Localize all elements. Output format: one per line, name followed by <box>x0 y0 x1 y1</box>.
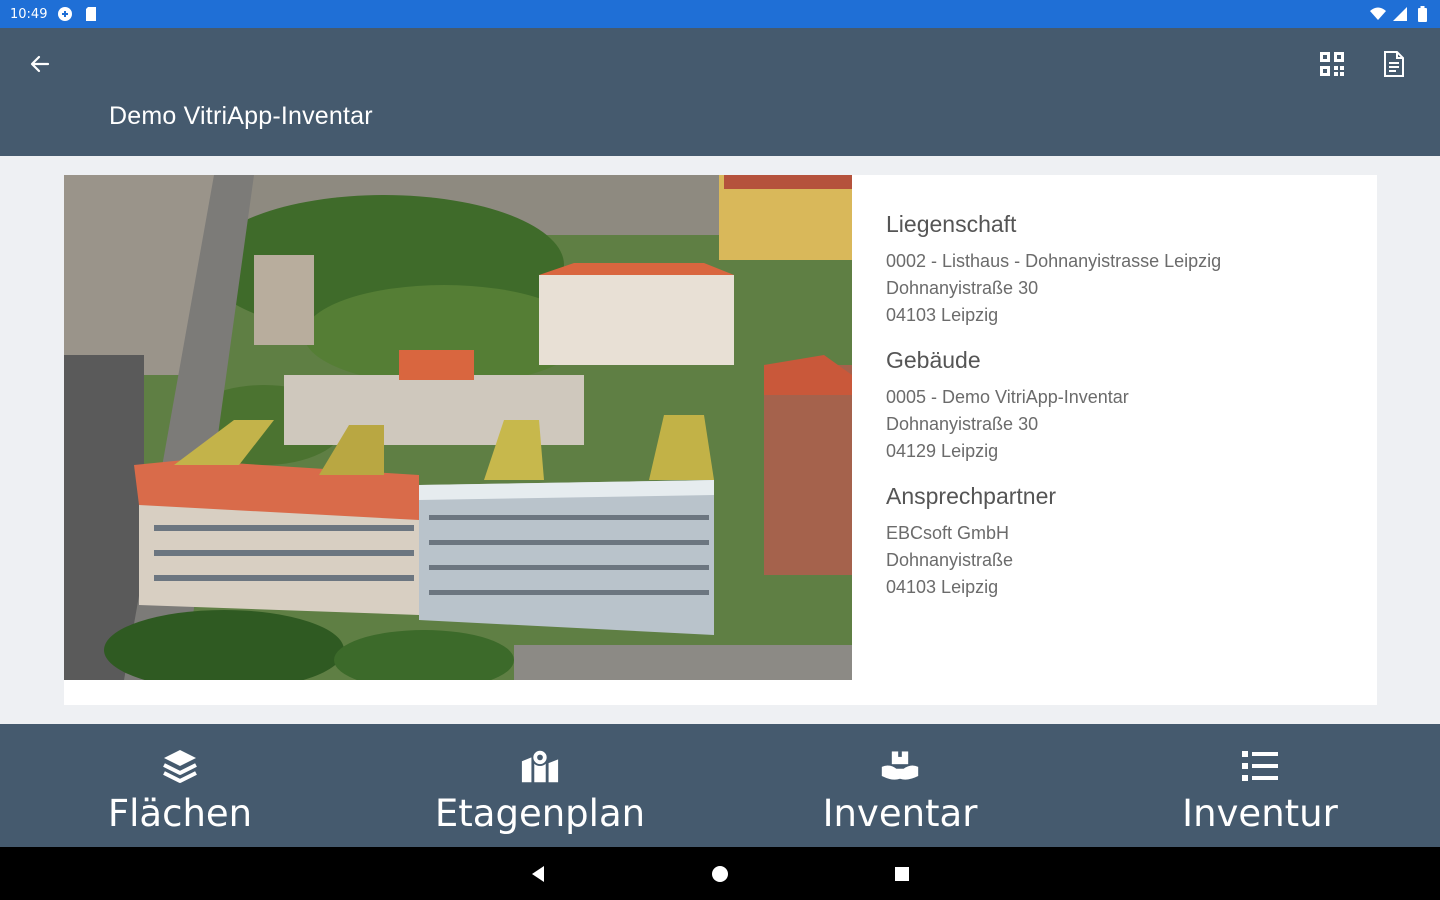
qr-code-button[interactable] <box>1312 46 1352 82</box>
list-icon <box>1240 746 1280 786</box>
nav-label: Inventur <box>1182 792 1338 835</box>
building-section: Gebäude 0005 - Demo VitriApp-Inventar Do… <box>886 347 1346 465</box>
status-time: 10:49 <box>10 6 48 22</box>
contact-heading: Ansprechpartner <box>886 483 1057 509</box>
square-recents-icon <box>895 867 909 881</box>
battery-icon <box>1414 6 1430 22</box>
nav-item-flaechen[interactable]: Flächen <box>0 724 360 847</box>
property-line: 0002 - Listhaus - Dohnanyistrasse Leipzi… <box>886 251 1222 271</box>
status-app-icon <box>57 6 73 22</box>
system-nav-bar <box>0 847 1440 900</box>
nav-item-etagenplan[interactable]: Etagenplan <box>360 724 720 847</box>
status-bar: 10:49 <box>0 0 1440 28</box>
building-line: 0005 - Demo VitriApp-Inventar <box>886 387 1129 407</box>
contact-line: EBCsoft GmbH <box>886 523 1010 543</box>
nav-label: Inventar <box>822 792 978 835</box>
details-panel: Liegenschaft 0002 - Listhaus - Dohnanyis… <box>886 211 1346 619</box>
bottom-nav: Flächen Etagenplan Inventar Inventur <box>0 724 1440 847</box>
document-button[interactable] <box>1374 46 1414 82</box>
signal-icon <box>1392 6 1408 22</box>
back-button[interactable] <box>20 46 60 82</box>
box-hands-icon <box>880 746 920 786</box>
building-card: Liegenschaft 0002 - Listhaus - Dohnanyis… <box>64 175 1377 705</box>
building-heading: Gebäude <box>886 347 981 373</box>
nav-label: Etagenplan <box>434 792 646 835</box>
qr-code-icon <box>1320 52 1344 76</box>
page-title: Demo VitriApp-Inventar <box>109 102 373 130</box>
document-icon <box>1384 51 1404 77</box>
property-line: Dohnanyistraße 30 <box>886 278 1039 298</box>
content-area: Liegenschaft 0002 - Listhaus - Dohnanyis… <box>0 156 1440 724</box>
arrow-left-icon <box>30 55 50 73</box>
system-recents-button[interactable] <box>889 861 915 887</box>
system-back-button[interactable] <box>525 861 551 887</box>
property-heading: Liegenschaft <box>886 211 1017 237</box>
contact-line: 04103 Leipzig <box>886 577 999 597</box>
nav-item-inventar[interactable]: Inventar <box>720 724 1080 847</box>
layers-icon <box>160 746 200 786</box>
property-section: Liegenschaft 0002 - Listhaus - Dohnanyis… <box>886 211 1346 329</box>
building-line: 04129 Leipzig <box>886 441 999 461</box>
building-line: Dohnanyistraße 30 <box>886 414 1039 434</box>
nav-label: Flächen <box>107 792 253 835</box>
wifi-icon <box>1370 6 1386 22</box>
property-line: 04103 Leipzig <box>886 305 999 325</box>
contact-line: Dohnanyistraße <box>886 550 1014 570</box>
contact-section: Ansprechpartner EBCsoft GmbH Dohnanyistr… <box>886 483 1346 601</box>
building-photo <box>64 175 852 680</box>
triangle-back-icon <box>532 866 544 882</box>
sd-card-icon <box>83 6 99 22</box>
circle-home-icon <box>712 866 728 882</box>
map-marker-icon <box>520 746 560 786</box>
system-home-button[interactable] <box>707 861 733 887</box>
nav-item-inventur[interactable]: Inventur <box>1080 724 1440 847</box>
app-bar: Demo VitriApp-Inventar <box>0 28 1440 156</box>
